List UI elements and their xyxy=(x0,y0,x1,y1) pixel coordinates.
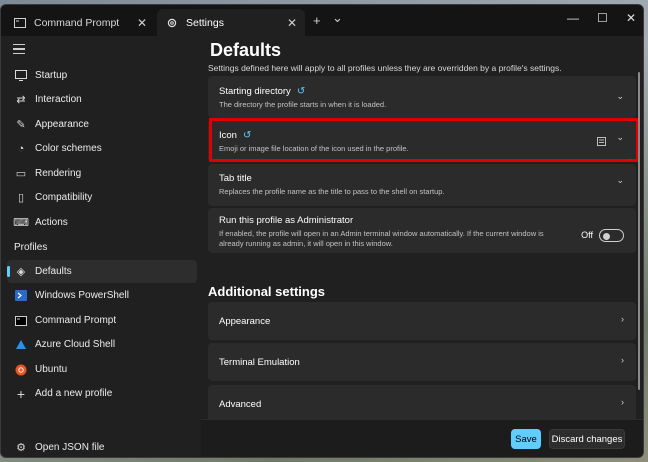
page-title: Defaults xyxy=(210,40,282,60)
setting-title: Tab title xyxy=(219,173,252,184)
sidebar-item-label: Ubuntu xyxy=(35,364,68,375)
chevron-right-icon: › xyxy=(621,314,624,324)
sidebar-item-label: Rendering xyxy=(35,168,82,179)
tab-settings[interactable]: Settings ✕ xyxy=(157,9,305,37)
sidebar-item-defaults[interactable]: ◈ Defaults xyxy=(7,260,197,283)
close-icon[interactable]: ✕ xyxy=(137,16,147,30)
startup-icon xyxy=(14,69,28,83)
setting-description: already running as admin, it will open i… xyxy=(219,239,393,248)
sidebar-item-label: Windows PowerShell xyxy=(35,290,129,301)
tab-label: Settings xyxy=(186,17,224,29)
setting-title: Advanced xyxy=(219,399,262,410)
sidebar-item-label: Startup xyxy=(35,70,68,81)
interaction-icon: ⇄ xyxy=(16,94,26,106)
tab-dropdown-button[interactable]: ⌄ xyxy=(332,10,343,26)
profiles-header: Profiles xyxy=(14,242,48,253)
plus-icon: + xyxy=(16,385,26,402)
sidebar-item-label: Compatibility xyxy=(35,192,93,203)
setting-title: Run this profile as Administrator xyxy=(219,215,354,226)
terminal-window: Command Prompt ✕ Settings ✕ + ⌄ — ☐ ✕ St… xyxy=(0,4,644,458)
setting-title: Appearance xyxy=(219,316,271,327)
page-subtitle: Settings defined here will apply to all … xyxy=(208,63,562,73)
powershell-icon xyxy=(14,289,28,303)
color-schemes-icon: ◔ xyxy=(17,142,25,155)
sidebar-item-interaction[interactable]: ⇄ Interaction xyxy=(7,88,197,111)
sidebar-item-label: Interaction xyxy=(35,94,82,105)
sidebar-item-azure-cloud-shell[interactable]: Azure Cloud Shell xyxy=(7,333,197,356)
tab-command-prompt[interactable]: Command Prompt ✕ xyxy=(5,9,155,37)
discard-changes-button[interactable]: Discard changes xyxy=(549,429,625,449)
highlight-box xyxy=(209,118,639,162)
sidebar: Startup ⇄ Interaction ✎ Appearance ◔ Col… xyxy=(1,36,201,457)
setting-starting-directory[interactable]: Starting directory ↺ The directory the pr… xyxy=(208,76,636,118)
sidebar-item-appearance[interactable]: ✎ Appearance xyxy=(7,113,197,136)
toggle-state-label: Off xyxy=(581,230,593,240)
ubuntu-icon xyxy=(14,363,28,377)
minimize-button[interactable]: — xyxy=(567,11,579,25)
tab-label: Command Prompt xyxy=(34,17,120,29)
chevron-right-icon: › xyxy=(621,397,624,407)
rendering-icon: ▭ xyxy=(15,168,27,180)
sidebar-item-ubuntu[interactable]: Ubuntu xyxy=(7,358,197,381)
sidebar-item-label: Command Prompt xyxy=(35,315,117,326)
close-window-button[interactable]: ✕ xyxy=(626,11,636,25)
footer-bar: Save Discard changes xyxy=(201,419,643,457)
gear-icon: ⚙ xyxy=(16,442,26,454)
setting-title: Starting directory xyxy=(219,86,291,97)
appearance-icon: ✎ xyxy=(16,119,26,131)
sidebar-item-compatibility[interactable]: ▯ Compatibility xyxy=(7,186,197,209)
sidebar-item-actions[interactable]: ⌨ Actions xyxy=(7,211,197,234)
sidebar-item-color-schemes[interactable]: ◔ Color schemes xyxy=(7,137,197,160)
new-tab-button[interactable]: + xyxy=(313,13,321,28)
maximize-button[interactable]: ☐ xyxy=(597,11,608,25)
additional-settings-title: Additional settings xyxy=(208,284,325,299)
setting-description: Replaces the profile name as the title t… xyxy=(219,187,445,196)
open-json-file-button[interactable]: ⚙ Open JSON file xyxy=(7,436,197,457)
sidebar-item-label: Actions xyxy=(35,217,68,228)
azure-icon xyxy=(14,338,28,352)
setting-tab-title[interactable]: Tab title Replaces the profile name as t… xyxy=(208,164,636,206)
settings-content: Defaults Settings defined here will appl… xyxy=(201,36,643,457)
cmd-icon xyxy=(14,314,28,328)
sidebar-item-label: Defaults xyxy=(35,266,72,277)
run-as-admin-toggle[interactable] xyxy=(599,229,624,242)
hamburger-menu-icon[interactable] xyxy=(13,44,25,54)
sidebar-item-label: Azure Cloud Shell xyxy=(35,339,116,350)
sidebar-item-windows-powershell[interactable]: Windows PowerShell xyxy=(7,284,197,307)
sidebar-item-rendering[interactable]: ▭ Rendering xyxy=(7,162,197,185)
layers-icon: ◈ xyxy=(16,266,26,278)
chevron-down-icon[interactable]: ⌄ xyxy=(616,175,624,186)
setting-title: Terminal Emulation xyxy=(219,357,300,368)
chevron-down-icon[interactable]: ⌄ xyxy=(616,91,624,102)
sidebar-item-label: Add a new profile xyxy=(35,388,113,399)
additional-appearance[interactable]: Appearance › xyxy=(208,302,636,340)
sidebar-item-command-prompt[interactable]: Command Prompt xyxy=(7,309,197,332)
additional-terminal-emulation[interactable]: Terminal Emulation › xyxy=(208,343,636,381)
sidebar-item-add-new-profile[interactable]: + Add a new profile xyxy=(7,382,197,405)
chevron-right-icon: › xyxy=(621,355,624,365)
open-json-label: Open JSON file xyxy=(35,442,105,453)
titlebar: Command Prompt ✕ Settings ✕ + ⌄ — ☐ ✕ xyxy=(1,5,643,37)
compatibility-icon: ▯ xyxy=(17,192,25,204)
sidebar-item-label: Color schemes xyxy=(35,143,102,154)
sidebar-item-startup[interactable]: Startup xyxy=(7,64,197,87)
cmd-icon xyxy=(13,17,26,30)
scrollbar[interactable] xyxy=(638,72,640,390)
sidebar-item-label: Appearance xyxy=(35,119,89,130)
setting-description: The directory the profile starts in when… xyxy=(219,100,387,109)
save-button[interactable]: Save xyxy=(511,429,541,449)
close-icon[interactable]: ✕ xyxy=(287,16,297,30)
setting-run-as-admin: Run this profile as Administrator If ena… xyxy=(208,208,636,253)
gear-icon xyxy=(165,17,178,30)
additional-advanced[interactable]: Advanced › xyxy=(208,385,636,423)
actions-icon: ⌨ xyxy=(13,217,29,229)
reset-icon[interactable]: ↺ xyxy=(297,86,305,97)
